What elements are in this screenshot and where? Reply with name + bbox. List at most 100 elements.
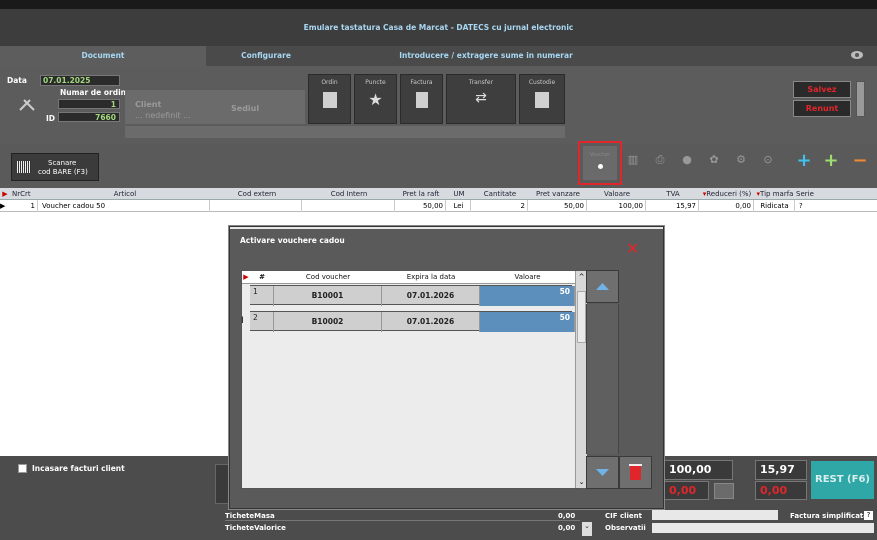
gear-icon[interactable]: ⚙ [731,153,751,179]
voucher-row[interactable]: 2 B10002 07.01.2026 50 [250,311,575,332]
table-row[interactable]: ▶ 1 Voucher cadou 50 50,00 Lei 2 50,00 1… [0,200,877,212]
voucher-grid: ▶ # Cod voucher Expira la data Valoare 1… [241,270,587,489]
trash-icon [629,464,642,480]
scan-barcode-button[interactable]: Scanare cod BARE (F3) [11,153,99,181]
col-cod-voucher[interactable]: Cod voucher [274,271,382,284]
cell-nrcrt[interactable]: 1 [12,200,38,212]
move-up-button[interactable] [586,270,619,303]
col-cod-extern[interactable]: Cod extern [212,188,302,200]
delete-button[interactable] [619,456,652,489]
col-nrcrt[interactable]: NrCrt [12,188,38,200]
voucher-row[interactable]: 1 B10001 07.01.2026 50 [250,285,575,306]
voucher-expira[interactable]: 07.01.2026 [382,312,480,332]
rest-a-value: 0,00 [669,484,697,497]
transfer-button[interactable]: Transfer ⇄ [446,74,516,124]
client-value: ... nedefinit ... [135,111,191,120]
rest-button[interactable]: REST (F6) [811,461,874,499]
cell-um[interactable]: Lei [447,200,471,212]
voucher-cod[interactable]: B10002 [274,312,382,332]
renunt-button[interactable]: Renunt [793,100,851,117]
document-panel: Data 07.01.2025 Numar de ordine 1 ID 766… [0,66,877,144]
move-down-button[interactable] [586,456,619,489]
close-icon[interactable]: ✕ [626,241,640,257]
remove-icon[interactable]: − [850,150,870,176]
cell-tip-marfa[interactable]: Ridicata [755,200,795,212]
salvez-button[interactable]: Salvez [793,81,851,98]
col-tva[interactable]: TVA [647,188,699,200]
tab-document[interactable]: Document [0,46,206,66]
tab-configurare[interactable]: Configurare [206,46,326,66]
voucher-button-highlight[interactable]: Voucher [578,141,622,185]
cell-reduceri[interactable]: 0,00 [700,200,754,212]
cif-client-input[interactable] [652,510,778,520]
data-label: Data [7,76,27,85]
numar-ordine-label: Numar de ordine [60,88,132,97]
scan-label-2: cod BARE (F3) [38,168,88,176]
barcode-small-icon[interactable]: ▥ [623,153,643,179]
clock-icon[interactable]: ⊙ [758,153,778,179]
printer-icon[interactable]: ⎙ [650,153,670,179]
cell-serie[interactable]: ? [797,200,821,212]
client-label: Client [135,100,162,109]
scroll-thumb[interactable] [577,291,586,343]
col-pret-vanzare[interactable]: Pret vanzare [529,188,587,200]
col-expira[interactable]: Expira la data [382,271,480,284]
cell-pret-raft[interactable]: 50,00 [396,200,446,212]
col-valoare[interactable]: Valoare [588,188,646,200]
details-icon[interactable]: ● [677,153,697,179]
ordin-button[interactable]: Ordin [308,74,351,124]
col-reduceri[interactable]: ▾Reduceri (%) [700,188,754,200]
client-box[interactable]: Client ... nedefinit ... Sediul [125,90,305,124]
data-field[interactable]: 07.01.2025 [40,75,120,86]
col-hash[interactable]: # [250,271,274,284]
add-blue-icon[interactable]: + [794,150,814,176]
cell-cod-extern[interactable] [212,200,302,212]
rest-a-field[interactable]: 0,00 [664,481,709,500]
incasare-checkbox[interactable] [18,464,27,473]
dialog-title: Activare vouchere cadou [240,236,345,245]
tab-numerar[interactable]: Introducere / extragere sume in numerar [326,46,646,66]
cell-tva[interactable]: 15,97 [647,200,699,212]
tichete-valorice-label: TicheteValorice [225,524,286,532]
observatii-input[interactable] [652,523,874,533]
tichete-masa-row [225,509,580,521]
incasare-label: Incasare facturi client [32,464,125,473]
scroll-down-icon[interactable]: ⌄ [582,522,592,536]
transfer-icon: ⇄ [475,90,487,106]
tools-icon[interactable] [18,98,36,112]
dialog-top-line [230,227,663,229]
recipe-icon[interactable]: ✿ [704,153,724,179]
col-um[interactable]: UM [447,188,471,200]
col-pret-raft[interactable]: Pret la raft [396,188,446,200]
cell-articol[interactable]: Voucher cadou 50 [40,200,210,212]
rest-b-field[interactable]: 0,00 [755,481,807,500]
col-valoare-voucher[interactable]: Valoare [480,271,575,284]
ordin-label: Ordin [321,79,338,86]
voucher-expira[interactable]: 07.01.2026 [382,286,480,306]
factura-button[interactable]: Factura [400,74,443,124]
col-serie[interactable]: Serie [796,188,820,200]
voucher-cod[interactable]: B10001 [274,286,382,306]
rest-small-button[interactable] [714,483,734,499]
col-tip-marfa[interactable]: ▾Tip marfa [755,188,795,200]
add-green-icon[interactable]: + [821,150,841,176]
puncte-button[interactable]: Puncte ★ [354,74,397,124]
numar-ordine-field[interactable]: 1 [58,99,120,109]
help-icon[interactable]: ? [864,511,873,520]
side-arrow[interactable] [215,464,229,504]
col-cod-intern[interactable]: Cod Intern [303,188,395,200]
total-value: 100,00 [669,463,712,476]
id-field[interactable]: 7660 [58,112,120,122]
voucher-valoare[interactable]: 50 [480,286,575,306]
voucher-button[interactable]: Voucher [583,146,617,180]
spin-control[interactable] [856,81,865,117]
custodie-button[interactable]: Custodie [519,74,565,124]
col-articol[interactable]: Articol [40,188,210,200]
voucher-valoare[interactable]: 50 [480,312,575,332]
cell-cantitate[interactable]: 2 [472,200,528,212]
col-cantitate[interactable]: Cantitate [472,188,528,200]
cell-pret-vanzare[interactable]: 50,00 [529,200,587,212]
settings-icon[interactable] [850,50,864,60]
cell-valoare[interactable]: 100,00 [588,200,646,212]
cell-cod-intern[interactable] [303,200,395,212]
